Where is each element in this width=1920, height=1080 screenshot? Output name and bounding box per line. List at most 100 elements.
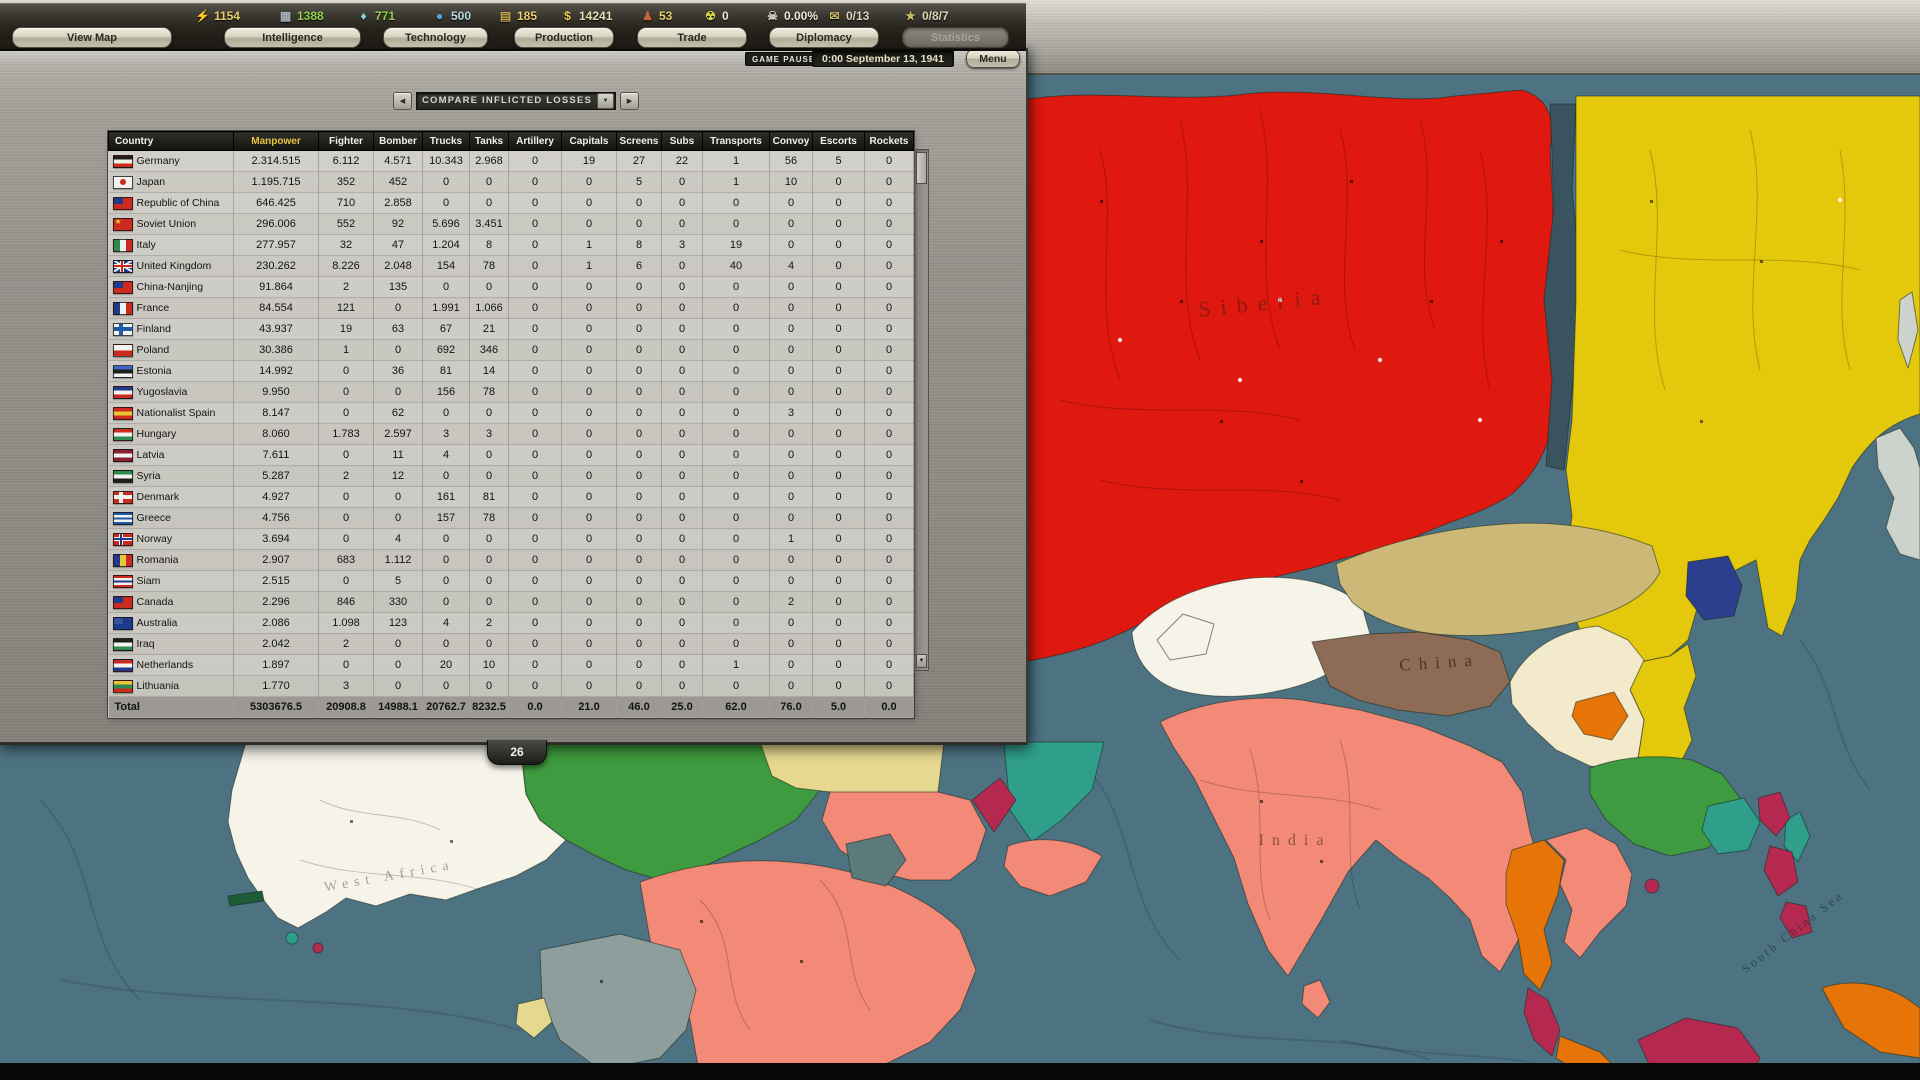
value-cell: 0 <box>562 340 617 361</box>
column-header-screens[interactable]: Screens <box>617 132 662 151</box>
chevron-down-icon[interactable]: ▼ <box>597 93 614 109</box>
value-cell: 2.968 <box>470 151 509 172</box>
value-cell: 0 <box>423 277 470 298</box>
table-row-germany: Germany2.314.5156.1124.57110.3432.968019… <box>109 151 914 172</box>
column-header-manpower[interactable]: Manpower <box>234 132 319 151</box>
resource-value: 771 <box>375 9 395 23</box>
next-page-button[interactable]: ▶ <box>620 92 639 110</box>
column-header-bomber[interactable]: Bomber <box>374 132 423 151</box>
value-cell: 0 <box>423 550 470 571</box>
column-header-artillery[interactable]: Artillery <box>509 132 562 151</box>
value-cell: 0 <box>319 571 374 592</box>
value-cell: 3 <box>770 403 813 424</box>
value-cell: 0 <box>562 676 617 697</box>
country-cell: Australia <box>109 613 234 634</box>
menu-button-intelligence[interactable]: Intelligence <box>224 27 361 48</box>
value-cell: 0 <box>319 361 374 382</box>
table-row-hungary: Hungary8.0601.7832.5973300000000 <box>109 424 914 445</box>
value-cell: 0 <box>509 193 562 214</box>
column-header-transports[interactable]: Transports <box>703 132 770 151</box>
total-value-cell: 21.0 <box>562 697 617 718</box>
country-name: Canada <box>137 596 174 608</box>
value-cell: 0 <box>470 676 509 697</box>
value-cell: 0 <box>509 424 562 445</box>
value-cell: 2.597 <box>374 424 423 445</box>
value-cell: 0 <box>562 298 617 319</box>
menu-button-production[interactable]: Production <box>514 27 614 48</box>
resource-dissent: ☠0.00% <box>765 8 818 24</box>
country-name: Estonia <box>137 365 172 377</box>
value-cell: 123 <box>374 613 423 634</box>
value-cell: 2.515 <box>234 571 319 592</box>
value-cell: 0 <box>865 340 914 361</box>
prev-page-button[interactable]: ◀ <box>393 92 412 110</box>
table-row-yugoslavia: Yugoslavia9.950001567800000000 <box>109 382 914 403</box>
country-name: Yugoslavia <box>137 386 188 398</box>
menu-button[interactable]: Menu <box>966 49 1020 68</box>
value-cell: 0 <box>662 550 703 571</box>
country-cell: Syria <box>109 466 234 487</box>
column-header-convoy[interactable]: Convoy <box>770 132 813 151</box>
column-header-capitals[interactable]: Capitals <box>562 132 617 151</box>
flag-icon <box>113 491 133 504</box>
total-value-cell: 5303676.5 <box>234 697 319 718</box>
value-cell: 4 <box>423 445 470 466</box>
value-cell: 1 <box>770 529 813 550</box>
supplies-icon: ▤ <box>498 9 513 23</box>
column-header-tanks[interactable]: Tanks <box>470 132 509 151</box>
value-cell: 0 <box>509 613 562 634</box>
value-cell: 0 <box>509 151 562 172</box>
total-label: Total <box>109 697 234 718</box>
column-header-rockets[interactable]: Rockets <box>865 132 914 151</box>
value-cell: 0 <box>865 172 914 193</box>
menu-button-statistics[interactable]: Statistics <box>902 27 1009 48</box>
dropdown-label: COMPARE INFLICTED LOSSES <box>417 95 597 106</box>
scrollbar-thumb[interactable] <box>916 152 927 184</box>
table-row-australia: Australia2.0861.0981234200000000 <box>109 613 914 634</box>
country-name: Finland <box>137 323 171 335</box>
value-cell: 0 <box>374 340 423 361</box>
value-cell: 0 <box>509 592 562 613</box>
losses-table: CountryManpowerFighterBomberTrucksTanksA… <box>108 131 914 718</box>
value-cell: 32 <box>319 235 374 256</box>
value-cell: 0 <box>617 445 662 466</box>
value-cell: 0 <box>865 361 914 382</box>
value-cell: 0 <box>703 466 770 487</box>
value-cell: 22 <box>662 151 703 172</box>
map-label-india: India <box>1259 832 1332 849</box>
value-cell: 47 <box>374 235 423 256</box>
menu-button-technology[interactable]: Technology <box>383 27 488 48</box>
value-cell: 846 <box>319 592 374 613</box>
value-cell: 0 <box>617 634 662 655</box>
menu-button-trade[interactable]: Trade <box>637 27 747 48</box>
value-cell: 0 <box>813 235 865 256</box>
value-cell: 0 <box>770 277 813 298</box>
value-cell: 0 <box>509 550 562 571</box>
country-cell: Nationalist Spain <box>109 403 234 424</box>
value-cell: 0 <box>865 235 914 256</box>
scroll-down-arrow-icon[interactable]: ▼ <box>916 654 927 668</box>
column-header-escorts[interactable]: Escorts <box>813 132 865 151</box>
column-header-fighter[interactable]: Fighter <box>319 132 374 151</box>
column-header-country[interactable]: Country <box>109 132 234 151</box>
menu-button-diplomacy[interactable]: Diplomacy <box>769 27 879 48</box>
country-name: Netherlands <box>137 659 194 671</box>
menu-button-view-map[interactable]: View Map <box>12 27 172 48</box>
value-cell: 0 <box>562 361 617 382</box>
value-cell: 30.386 <box>234 340 319 361</box>
statistics-dropdown[interactable]: COMPARE INFLICTED LOSSES ▼ <box>416 92 616 110</box>
flag-icon <box>113 533 133 546</box>
country-name: Siam <box>137 575 161 587</box>
column-header-trucks[interactable]: Trucks <box>423 132 470 151</box>
value-cell: 0 <box>509 508 562 529</box>
table-scrollbar[interactable]: ▼ <box>914 149 929 671</box>
resource-energy: ⚡1154 <box>195 8 240 24</box>
panel-collapse-tab[interactable]: 26 <box>487 740 547 765</box>
value-cell: 0 <box>770 676 813 697</box>
value-cell: 0 <box>813 529 865 550</box>
column-header-subs[interactable]: Subs <box>662 132 703 151</box>
value-cell: 0 <box>662 445 703 466</box>
energy-icon: ⚡ <box>195 9 210 23</box>
value-cell: 0 <box>813 571 865 592</box>
value-cell: 0 <box>509 298 562 319</box>
